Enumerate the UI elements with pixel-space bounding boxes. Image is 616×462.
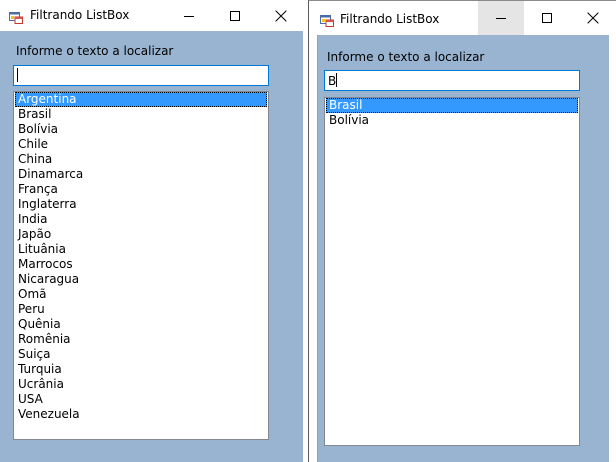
list-item[interactable]: Quênia — [15, 317, 267, 332]
list-item[interactable]: Brasil — [326, 98, 578, 113]
list-item[interactable]: Japão — [15, 227, 267, 242]
list-item[interactable]: Dinamarca — [15, 167, 267, 182]
window-title: Filtrando ListBox — [340, 12, 440, 26]
search-input-value: B — [328, 74, 337, 88]
title-bar[interactable]: Filtrando ListBox — [309, 1, 616, 35]
list-item[interactable]: Peru — [15, 302, 267, 317]
maximize-button[interactable] — [212, 0, 258, 31]
minimize-button[interactable] — [478, 1, 524, 35]
window-right: Filtrando ListBox Informe o texto a loca… — [308, 0, 616, 462]
list-item[interactable]: Nicaragua — [15, 272, 267, 287]
list-item[interactable]: Chile — [15, 137, 267, 152]
country-listbox[interactable]: Brasil Bolívia — [324, 97, 580, 446]
minimize-button[interactable] — [166, 0, 212, 31]
list-item[interactable]: China — [15, 152, 267, 167]
list-item[interactable]: Argentina — [15, 92, 267, 107]
window-left: Filtrando ListBox Informe o texto a loca… — [0, 0, 304, 462]
minimize-icon — [496, 18, 506, 19]
app-icon — [320, 12, 334, 27]
title-bar[interactable]: Filtrando ListBox — [0, 0, 304, 31]
list-item[interactable]: Omã — [15, 287, 267, 302]
app-icon — [9, 9, 23, 24]
search-input[interactable] — [13, 65, 269, 86]
list-item[interactable]: USA — [15, 392, 267, 407]
maximize-button[interactable] — [524, 1, 570, 35]
list-item[interactable]: Bolívia — [326, 113, 578, 128]
form-client-area: Informe o texto a localizar Argentina Bra… — [0, 31, 303, 462]
search-label: Informe o texto a localizar — [16, 44, 174, 58]
list-item[interactable]: Marrocos — [15, 257, 267, 272]
close-button[interactable] — [570, 1, 616, 35]
list-item[interactable]: Lituânia — [15, 242, 267, 257]
window-title: Filtrando ListBox — [30, 8, 130, 22]
search-label: Informe o texto a localizar — [327, 50, 485, 64]
country-listbox[interactable]: Argentina Brasil Bolívia Chile China Dinamarc… — [13, 91, 269, 440]
maximize-icon — [230, 10, 240, 21]
list-item[interactable]: Romênia — [15, 332, 267, 347]
text-caret — [336, 73, 338, 87]
list-item[interactable]: França — [15, 182, 267, 197]
close-icon — [587, 12, 599, 24]
list-item[interactable]: Suiça — [15, 347, 267, 362]
close-button[interactable] — [258, 0, 304, 31]
maximize-icon — [542, 13, 552, 23]
search-input[interactable]: B — [324, 70, 580, 91]
text-caret — [17, 68, 18, 82]
list-item[interactable]: Bolívia — [15, 122, 267, 137]
list-item[interactable]: Venezuela — [15, 407, 267, 422]
form-client-area: Informe o texto a localizar B Brasil Bolí… — [317, 35, 609, 462]
list-item[interactable]: Turquia — [15, 362, 267, 377]
list-item[interactable]: Brasil — [15, 107, 267, 122]
list-item[interactable]: India — [15, 212, 267, 227]
list-item[interactable]: Ucrânia — [15, 377, 267, 392]
minimize-icon — [184, 15, 194, 17]
close-icon — [275, 10, 287, 21]
list-item[interactable]: Inglaterra — [15, 197, 267, 212]
